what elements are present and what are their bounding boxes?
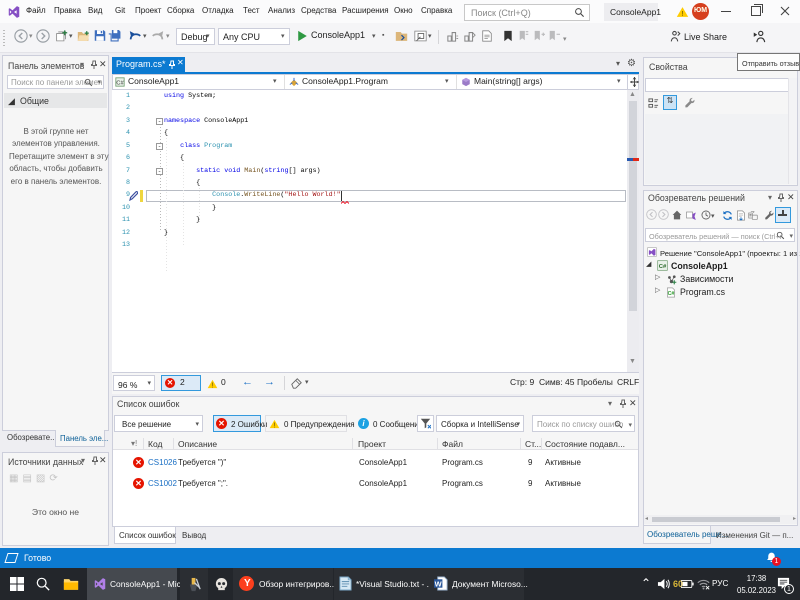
svg-text:C#: C#	[659, 264, 667, 270]
svg-text:C#: C#	[116, 81, 124, 87]
svg-text:!: !	[681, 9, 683, 18]
svg-text:!: !	[274, 422, 276, 429]
svg-text:W: W	[435, 579, 443, 588]
svg-text:!: !	[212, 382, 214, 389]
svg-text:C#: C#	[668, 291, 675, 297]
